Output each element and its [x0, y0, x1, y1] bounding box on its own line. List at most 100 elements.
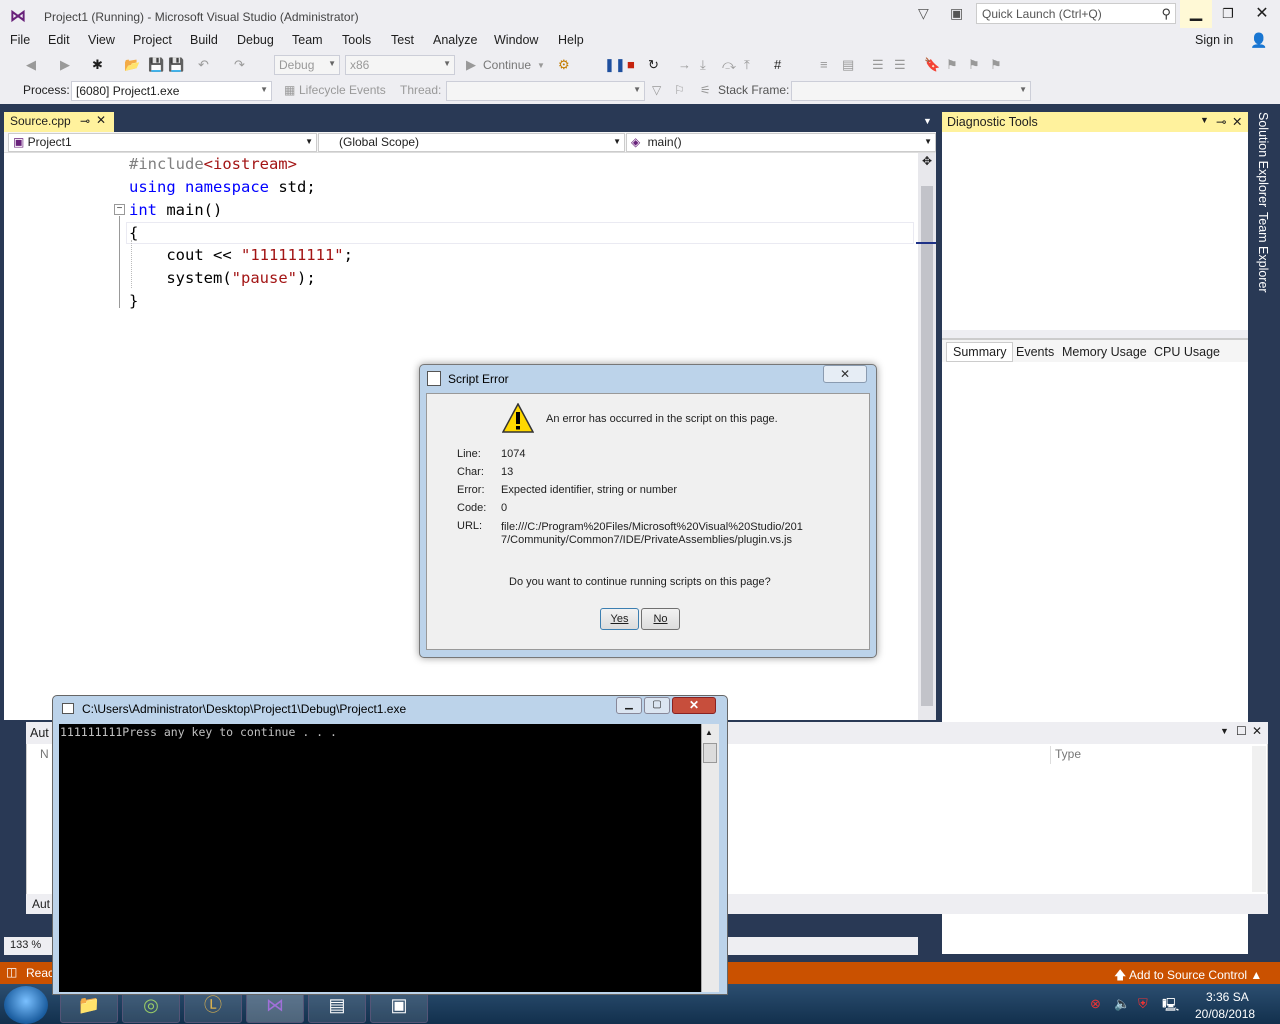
show-next-statement-icon[interactable]: → [678, 57, 691, 72]
stack-frame-select[interactable]: ▼ [791, 81, 1031, 101]
continue-button[interactable]: Continue [483, 58, 531, 72]
collapse-icon[interactable]: − [114, 204, 125, 215]
close-button[interactable]: ✕ [1246, 0, 1278, 28]
menu-build[interactable]: Build [190, 33, 218, 47]
account-icon[interactable]: 👤 [1250, 32, 1267, 49]
tab-memory-usage[interactable]: Memory Usage [1062, 345, 1147, 359]
filter-icon[interactable]: ▽ [652, 83, 661, 97]
open-file-icon[interactable]: 📂 [124, 57, 140, 73]
comment-icon[interactable]: ☰ [872, 57, 884, 73]
panel-dropdown-icon[interactable]: ▼ [1200, 115, 1209, 125]
dialog-close-button[interactable]: ✕ [823, 365, 867, 383]
uncomment-icon[interactable]: ☰ [894, 57, 906, 73]
next-bookmark-icon[interactable]: ⚑ [968, 57, 980, 73]
security-tray-icon[interactable]: ⊗ [1090, 996, 1101, 1012]
platform-select[interactable]: x86 ▼ [345, 55, 455, 75]
panel-splitter[interactable] [942, 330, 1248, 338]
solution-explorer-tab[interactable]: Solution Explorer [1256, 112, 1270, 207]
zoom-level[interactable]: 133 % [10, 939, 41, 951]
notification-filter-icon[interactable]: ▽ [918, 5, 929, 22]
scope-nav-select[interactable]: (Global Scope) ▼ [318, 133, 625, 152]
feedback-icon[interactable]: ▣ [950, 5, 963, 22]
step-into-icon[interactable]: ⤓ [700, 57, 706, 73]
clock-date[interactable]: 20/08/2018 [1195, 1007, 1255, 1021]
close-panel-icon[interactable]: ✕ [1252, 724, 1262, 738]
flag-icon[interactable]: ⚐ [674, 83, 685, 97]
close-panel-icon[interactable]: ✕ [1232, 114, 1242, 129]
navigate-forward-icon[interactable]: ▶ [60, 57, 70, 73]
console-output-area[interactable] [59, 724, 701, 992]
lifecycle-events-button[interactable]: Lifecycle Events [299, 83, 386, 97]
network-icon[interactable]: 🖳 [1162, 996, 1179, 1018]
clock-time[interactable]: 3:36 SA [1206, 990, 1249, 1004]
save-icon[interactable]: 💾 [148, 57, 164, 73]
close-tab-icon[interactable]: ✕ [96, 113, 106, 127]
tab-cpu-usage[interactable]: CPU Usage [1154, 345, 1220, 359]
yes-button[interactable]: Yes [600, 608, 639, 630]
menu-team[interactable]: Team [292, 33, 323, 47]
save-all-icon[interactable]: 💾 [168, 57, 184, 73]
menu-help[interactable]: Help [558, 33, 584, 47]
bookmark-icon[interactable]: 🔖 [924, 57, 940, 73]
autos-scrollbar[interactable] [1252, 746, 1266, 892]
tab-summary[interactable]: Summary [946, 342, 1014, 362]
shield-tray-icon[interactable]: ⛨ [1138, 996, 1148, 1012]
step-over-icon[interactable]: ⤼ [722, 57, 736, 73]
menu-analyze[interactable]: Analyze [433, 33, 477, 47]
console-maximize-button[interactable]: ▢ [644, 697, 670, 714]
console-scrollbar[interactable] [701, 724, 719, 992]
restore-button[interactable]: ❐ [1212, 0, 1244, 28]
scroll-up-icon[interactable]: ▲ [705, 728, 713, 737]
continue-dropdown-icon[interactable]: ▼ [537, 61, 545, 70]
attach-process-icon[interactable]: ⚙ [558, 57, 570, 73]
sign-in-link[interactable]: Sign in [1195, 33, 1233, 47]
no-button[interactable]: No [641, 608, 680, 630]
hex-display-icon[interactable]: # [774, 57, 781, 72]
minimize-button[interactable]: ▁ [1180, 0, 1212, 28]
tab-source-cpp[interactable]: Source.cpp ⊸ ✕ [4, 112, 114, 132]
quick-launch-input[interactable]: Quick Launch (Ctrl+Q) ⚲ [976, 3, 1176, 24]
pin-icon[interactable]: ⊸ [80, 114, 90, 128]
break-all-icon[interactable]: ❚❚ [604, 57, 626, 73]
tab-autos[interactable]: Aut [32, 897, 50, 911]
undo-icon[interactable]: ↶ [198, 57, 209, 73]
menu-file[interactable]: File [10, 33, 30, 47]
team-explorer-tab[interactable]: Team Explorer [1256, 212, 1270, 293]
clear-bookmarks-icon[interactable]: ⚑ [990, 57, 1002, 73]
start-button[interactable] [4, 986, 48, 1024]
thread-icon[interactable]: ≡ [820, 57, 828, 72]
panel-dropdown-icon[interactable]: ▼ [1220, 726, 1229, 736]
maximize-panel-icon[interactable]: ☐ [1236, 724, 1247, 738]
console-close-button[interactable]: ✕ [672, 697, 716, 714]
menu-window[interactable]: Window [494, 33, 538, 47]
stop-debugging-icon[interactable]: ■ [627, 57, 635, 72]
new-project-icon[interactable]: ✱ [92, 57, 103, 73]
menu-test[interactable]: Test [391, 33, 414, 47]
split-window-icon[interactable]: ✥ [919, 154, 935, 170]
member-nav-select[interactable]: ◈ main() ▼ [626, 133, 936, 152]
thread-select[interactable]: ▼ [446, 81, 645, 101]
solution-config-select[interactable]: Debug ▼ [274, 55, 340, 75]
console-scrollbar-thumb[interactable] [703, 743, 717, 763]
menu-view[interactable]: View [88, 33, 115, 47]
menu-tools[interactable]: Tools [342, 33, 371, 47]
stack-icon[interactable]: ▤ [842, 57, 854, 73]
navigate-back-icon[interactable]: ◀ [26, 57, 36, 73]
document-list-dropdown-icon[interactable]: ▼ [923, 116, 932, 126]
prev-bookmark-icon[interactable]: ⚑ [946, 57, 958, 73]
redo-icon[interactable]: ↷ [234, 57, 245, 73]
process-select[interactable]: [6080] Project1.exe ▼ [71, 81, 272, 101]
project-nav-select[interactable]: ▣ Project1 ▼ [8, 133, 317, 152]
column-type-header[interactable]: Type [1050, 746, 1250, 764]
console-minimize-button[interactable]: ▁ [616, 697, 642, 714]
menu-project[interactable]: Project [133, 33, 172, 47]
menu-edit[interactable]: Edit [48, 33, 70, 47]
step-out-icon[interactable]: ⤒ [744, 57, 750, 73]
column-name-header[interactable]: N [40, 747, 49, 761]
tab-events[interactable]: Events [1016, 345, 1054, 359]
pin-icon[interactable]: ⊸ [1216, 114, 1226, 129]
restart-icon[interactable]: ↻ [648, 57, 659, 73]
volume-icon[interactable]: 🔈 [1114, 996, 1130, 1012]
scrollbar-thumb[interactable] [921, 186, 933, 706]
menu-debug[interactable]: Debug [237, 33, 274, 47]
